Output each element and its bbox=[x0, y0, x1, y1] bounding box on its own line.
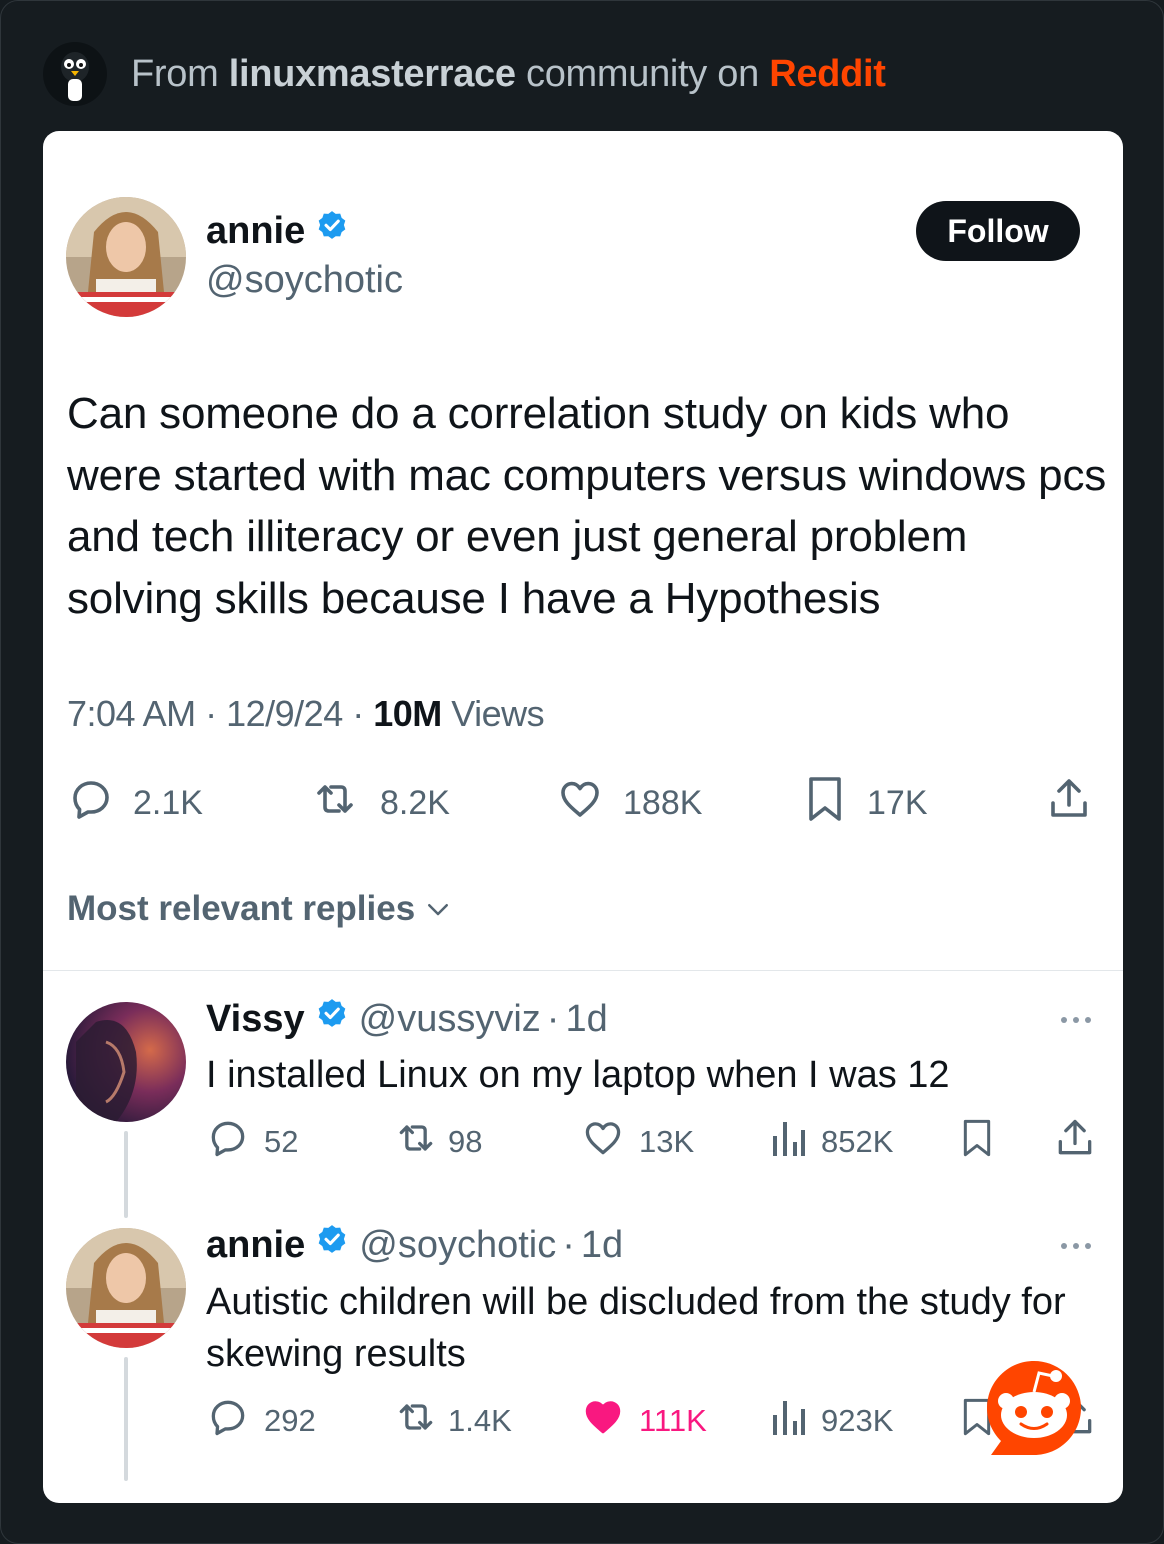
bookmark-icon bbox=[957, 1115, 997, 1169]
like-count: 188K bbox=[623, 783, 703, 822]
site-name[interactable]: Reddit bbox=[769, 53, 886, 95]
share-button[interactable] bbox=[1044, 778, 1094, 827]
share-icon bbox=[1044, 775, 1094, 832]
repost-count: 8.2K bbox=[380, 783, 450, 822]
reply-separator: · bbox=[546, 997, 560, 1040]
penguin-icon[interactable] bbox=[43, 42, 107, 106]
section-divider bbox=[43, 970, 1123, 971]
tweet-time[interactable]: 7:04 AM bbox=[67, 693, 196, 734]
repost-button[interactable]: 8.2K bbox=[308, 779, 450, 827]
repost-icon bbox=[392, 1116, 440, 1168]
analytics-icon bbox=[771, 1397, 807, 1445]
bookmark-icon bbox=[801, 773, 849, 834]
views-count: 852K bbox=[821, 1124, 894, 1159]
tweet-date[interactable]: 12/9/24 bbox=[226, 693, 343, 734]
reply-text: I installed Linux on my laptop when I wa… bbox=[206, 1054, 950, 1096]
heart-filled-icon bbox=[581, 1395, 625, 1447]
more-options-icon[interactable] bbox=[1061, 1243, 1091, 1249]
meta-separator: · bbox=[352, 693, 374, 734]
reply-separator: · bbox=[562, 1223, 575, 1266]
views-count: 923K bbox=[821, 1403, 894, 1438]
repost-count: 98 bbox=[448, 1124, 483, 1159]
bookmark-button[interactable] bbox=[957, 1119, 997, 1164]
like-button[interactable]: 188K bbox=[555, 779, 702, 827]
meta-separator: · bbox=[205, 693, 227, 734]
author-avatar[interactable] bbox=[66, 197, 186, 317]
verified-badge-icon bbox=[315, 209, 349, 253]
like-button[interactable]: 13K bbox=[581, 1120, 694, 1164]
reply-age[interactable]: 1d bbox=[565, 998, 607, 1041]
like-count: 13K bbox=[639, 1124, 695, 1159]
reply-author-name[interactable]: Vissy bbox=[206, 998, 305, 1041]
views-button[interactable]: 923K bbox=[771, 1399, 893, 1443]
community-name[interactable]: linuxmasterrace bbox=[229, 53, 516, 95]
reply-button[interactable]: 2.1K bbox=[67, 779, 203, 827]
reply-count: 52 bbox=[264, 1124, 299, 1159]
reply-button[interactable]: 292 bbox=[206, 1399, 316, 1443]
reply-button[interactable]: 52 bbox=[206, 1120, 298, 1164]
reply-count: 2.1K bbox=[133, 783, 203, 822]
repost-icon bbox=[392, 1395, 440, 1447]
repost-button[interactable]: 98 bbox=[392, 1120, 482, 1164]
reply-icon bbox=[67, 775, 115, 832]
reply-header: Vissy @vussyviz · 1d bbox=[206, 997, 608, 1041]
tweet-meta: 7:04 AM · 12/9/24 · 10M Views bbox=[67, 693, 545, 735]
views-count: 10M bbox=[373, 693, 442, 734]
source-header: From linuxmasterrace community on Reddit bbox=[43, 41, 886, 107]
author-handle[interactable]: @soychotic bbox=[206, 259, 403, 302]
chevron-down-icon bbox=[423, 894, 453, 924]
source-middle: community on bbox=[526, 52, 759, 95]
reply-count: 292 bbox=[264, 1403, 316, 1438]
thread-line bbox=[124, 1131, 128, 1218]
views-button[interactable]: 852K bbox=[771, 1120, 893, 1164]
thread-line bbox=[124, 1357, 128, 1481]
bookmark-button[interactable]: 17K bbox=[801, 776, 928, 827]
reply-author-name[interactable]: annie bbox=[206, 1224, 305, 1267]
like-button[interactable]: 111K bbox=[581, 1399, 707, 1443]
analytics-icon bbox=[771, 1118, 807, 1166]
repost-button[interactable]: 1.4K bbox=[392, 1399, 512, 1443]
source-label: From linuxmasterrace community on Reddit bbox=[131, 53, 886, 96]
author-name[interactable]: annie bbox=[206, 209, 349, 253]
sort-label: Most relevant replies bbox=[67, 889, 416, 928]
tweet-text: Can someone do a correlation study on ki… bbox=[67, 389, 1107, 623]
reply-author-handle[interactable]: @soychotic bbox=[359, 1224, 556, 1267]
more-options-icon[interactable] bbox=[1061, 1017, 1091, 1023]
heart-icon bbox=[555, 775, 605, 832]
reply-avatar[interactable] bbox=[66, 1228, 186, 1348]
repost-icon bbox=[308, 775, 362, 832]
follow-button[interactable]: Follow bbox=[916, 201, 1080, 261]
reddit-snoo-icon bbox=[983, 1357, 1085, 1459]
reply-header: annie @soychotic · 1d bbox=[206, 1223, 623, 1267]
reply-author-handle[interactable]: @vussyviz bbox=[359, 998, 541, 1041]
verified-badge-icon bbox=[315, 997, 349, 1041]
reply-icon bbox=[206, 1395, 250, 1447]
repost-count: 1.4K bbox=[448, 1403, 512, 1438]
share-button[interactable] bbox=[1053, 1119, 1097, 1164]
like-count: 111K bbox=[639, 1403, 707, 1438]
share-icon bbox=[1053, 1116, 1097, 1168]
app-frame: From linuxmasterrace community on Reddit… bbox=[0, 0, 1164, 1544]
verified-badge-icon bbox=[315, 1223, 349, 1267]
views-label: Views bbox=[451, 693, 545, 734]
author-name-text: annie bbox=[206, 209, 306, 252]
tweet-card: annie @soychotic Follow Can someone do a… bbox=[43, 131, 1123, 1503]
source-prefix: From bbox=[131, 52, 219, 95]
heart-icon bbox=[581, 1116, 625, 1168]
bookmark-count: 17K bbox=[867, 783, 928, 822]
reply-text: Autistic children will be discluded from… bbox=[206, 1281, 1066, 1375]
reply-age[interactable]: 1d bbox=[581, 1224, 623, 1267]
reply-icon bbox=[206, 1116, 250, 1168]
replies-sort-dropdown[interactable]: Most relevant replies bbox=[67, 889, 453, 929]
reply-avatar[interactable] bbox=[66, 1002, 186, 1122]
